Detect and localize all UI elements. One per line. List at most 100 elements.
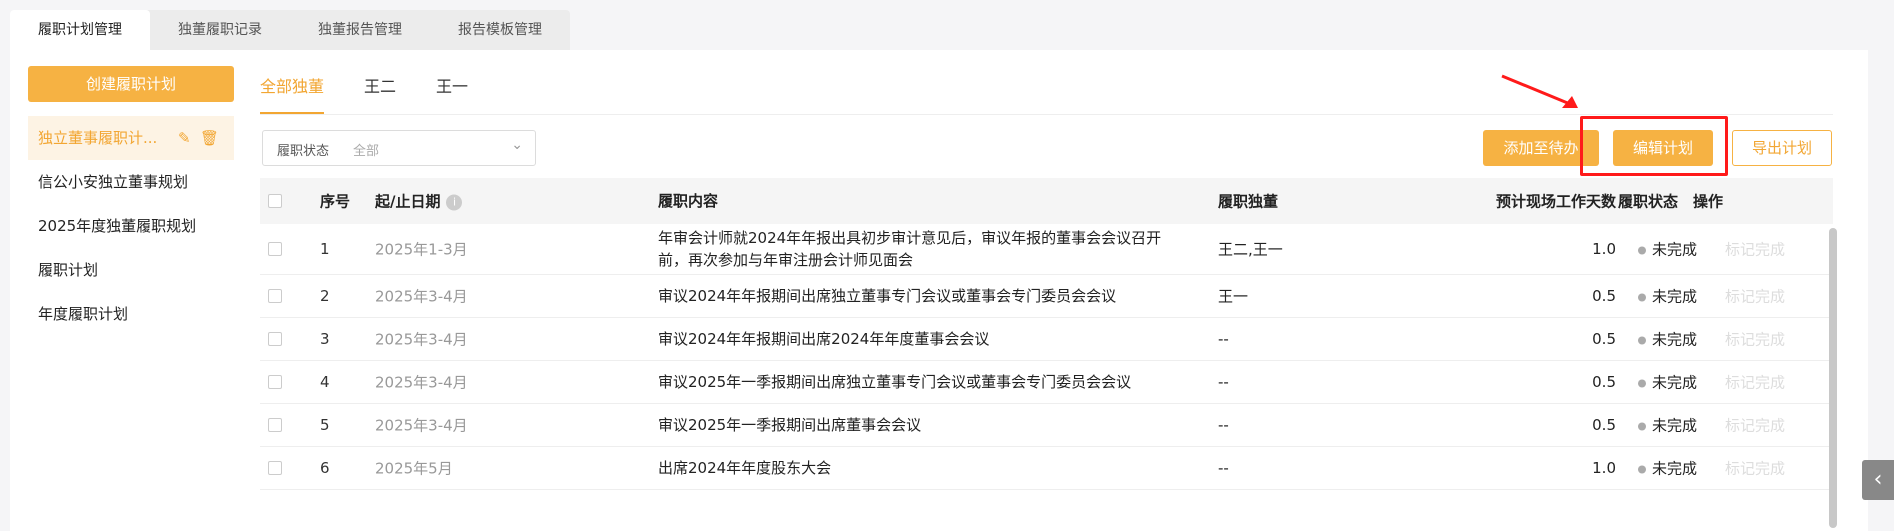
row-director: --	[1218, 330, 1229, 348]
row-index: 5	[320, 416, 330, 434]
main-card: 创建履职计划 独立董事履职计... ✎ 🗑 信公小安独立董事规划 2025年度独…	[10, 50, 1868, 531]
header-date: 起/止日期 i	[375, 191, 463, 212]
mark-complete-link[interactable]: 标记完成	[1725, 372, 1785, 393]
row-days: 0.5	[1592, 287, 1616, 305]
row-director: --	[1218, 459, 1229, 477]
row-status-label: 未完成	[1652, 330, 1698, 349]
mark-complete-link[interactable]: 标记完成	[1725, 415, 1785, 436]
tab-report-management[interactable]: 独董报告管理	[290, 10, 430, 50]
table-row: 6 2025年5月 出席2024年年度股东大会 -- 1.0 未完成 标记完成	[260, 447, 1833, 490]
plan-sidebar: 创建履职计划 独立董事履职计... ✎ 🗑 信公小安独立董事规划 2025年度独…	[28, 66, 234, 336]
row-status-label: 未完成	[1652, 240, 1698, 259]
status-dot-icon	[1638, 379, 1646, 387]
row-director: --	[1218, 373, 1229, 391]
table-body: 1 2025年1-3月 年审会计师就2024年年报出具初步审计意见后，审议年报的董事…	[260, 224, 1833, 490]
header-director: 履职独董	[1218, 192, 1279, 211]
row-index: 2	[320, 287, 330, 305]
header-operation: 操作	[1693, 192, 1724, 211]
table-row: 4 2025年3-4月 审议2025年一季报期间出席独立董事专门会议或董事会专门委员…	[260, 361, 1833, 404]
row-index: 4	[320, 373, 330, 391]
chevron-down-icon: ⌄	[511, 137, 523, 153]
row-director: 王二,王一	[1218, 240, 1283, 259]
row-date: 2025年1-3月	[375, 240, 468, 259]
row-days: 0.5	[1592, 416, 1616, 434]
annotation-arrow-icon	[1501, 74, 1578, 108]
header-content: 履职内容	[658, 192, 719, 210]
header-status: 履职状态	[1618, 192, 1679, 211]
tab-duty-records[interactable]: 独董履职记录	[150, 10, 290, 50]
tab-director-wang-yi[interactable]: 王一	[436, 66, 468, 112]
status-filter-label: 履职状态	[277, 144, 330, 159]
annotation-highlight-box	[1580, 116, 1728, 176]
header-date-label: 起/止日期	[375, 192, 441, 211]
plan-detail: 全部独董 王二 王一 履职状态 全部 ⌄ 添加至待办 编辑计划 导出计划 序号 …	[260, 66, 1840, 528]
status-filter-select[interactable]: 履职状态 全部 ⌄	[262, 130, 536, 166]
table-row: 5 2025年3-4月 审议2025年一季报期间出席董事会会议 -- 0.5 未完成 标记完…	[260, 404, 1833, 447]
row-days: 0.5	[1592, 330, 1616, 348]
edit-icon[interactable]: ✎	[178, 116, 191, 160]
create-plan-button[interactable]: 创建履职计划	[28, 66, 234, 102]
sidebar-item-plan-1[interactable]: 独立董事履职计... ✎ 🗑	[28, 116, 234, 160]
row-checkbox[interactable]	[268, 375, 282, 389]
row-status: 未完成	[1638, 329, 1697, 350]
row-checkbox[interactable]	[268, 242, 282, 256]
status-filter-value: 全部	[353, 144, 380, 159]
table-row: 3 2025年3-4月 审议2024年年报期间出席2024年年度董事会会议 -- 0.5…	[260, 318, 1833, 361]
row-index: 6	[320, 459, 330, 477]
chevron-left-icon[interactable]: ‹	[1862, 460, 1894, 500]
row-content: 审议2025年一季报期间出席独立董事专门会议或董事会专门委员会会议	[658, 373, 1132, 391]
row-status-label: 未完成	[1652, 373, 1698, 392]
sidebar-item-label: 独立董事履职计...	[38, 129, 158, 147]
status-dot-icon	[1638, 246, 1646, 254]
row-date: 2025年3-4月	[375, 287, 468, 306]
director-tabs: 全部独董 王二 王一	[260, 66, 1833, 115]
table-row: 2 2025年3-4月 审议2024年年报期间出席独立董事专门会议或董事会专门委员会…	[260, 275, 1833, 318]
info-icon[interactable]: i	[446, 194, 463, 210]
mark-complete-link[interactable]: 标记完成	[1725, 286, 1785, 307]
row-content: 年审会计师就2024年年报出具初步审计意见后，审议年报的董事会会议召开前，再次参…	[658, 229, 1162, 269]
row-status: 未完成	[1638, 239, 1697, 260]
row-content: 审议2024年年报期间出席独立董事专门会议或董事会专门委员会会议	[658, 287, 1117, 305]
tab-plan-management[interactable]: 履职计划管理	[10, 10, 150, 50]
top-tab-bar: 履职计划管理 独董履职记录 独董报告管理 报告模板管理	[10, 10, 570, 50]
row-content: 审议2024年年报期间出席2024年年度董事会会议	[658, 330, 990, 348]
row-director: 王一	[1218, 287, 1249, 306]
status-dot-icon	[1638, 293, 1646, 301]
row-status: 未完成	[1638, 286, 1697, 307]
row-days: 1.0	[1592, 459, 1616, 477]
row-checkbox[interactable]	[268, 289, 282, 303]
table-header: 序号 起/止日期 i 履职内容 履职独董 预计现场工作天数 履职状态 操作	[260, 178, 1833, 224]
row-status: 未完成	[1638, 458, 1697, 479]
sidebar-item-plan-4[interactable]: 履职计划	[28, 248, 234, 292]
plan-table: 序号 起/止日期 i 履职内容 履职独董 预计现场工作天数 履职状态 操作 1 20…	[260, 178, 1833, 490]
sidebar-item-plan-5[interactable]: 年度履职计划	[28, 292, 234, 336]
row-days: 1.0	[1592, 240, 1616, 258]
mark-complete-link[interactable]: 标记完成	[1725, 239, 1785, 260]
trash-icon[interactable]: 🗑	[200, 116, 219, 160]
row-checkbox[interactable]	[268, 461, 282, 475]
row-status: 未完成	[1638, 372, 1697, 393]
row-date: 2025年3-4月	[375, 373, 468, 392]
row-days: 0.5	[1592, 373, 1616, 391]
sidebar-item-plan-2[interactable]: 信公小安独立董事规划	[28, 160, 234, 204]
row-index: 3	[320, 330, 330, 348]
mark-complete-link[interactable]: 标记完成	[1725, 329, 1785, 350]
row-checkbox[interactable]	[268, 418, 282, 432]
mark-complete-link[interactable]: 标记完成	[1725, 458, 1785, 479]
row-index: 1	[320, 240, 330, 258]
row-checkbox[interactable]	[268, 332, 282, 346]
status-dot-icon	[1638, 422, 1646, 430]
status-dot-icon	[1638, 336, 1646, 344]
select-all-checkbox[interactable]	[268, 194, 282, 208]
table-row: 1 2025年1-3月 年审会计师就2024年年报出具初步审计意见后，审议年报的董事…	[260, 224, 1833, 275]
row-status-label: 未完成	[1652, 459, 1698, 478]
row-status-label: 未完成	[1652, 416, 1698, 435]
tab-director-wang-er[interactable]: 王二	[364, 66, 396, 112]
row-date: 2025年3-4月	[375, 330, 468, 349]
tab-template-management[interactable]: 报告模板管理	[430, 10, 570, 50]
sidebar-item-plan-3[interactable]: 2025年度独董履职规划	[28, 204, 234, 248]
table-scrollbar[interactable]	[1829, 228, 1837, 528]
tab-all-directors[interactable]: 全部独董	[260, 66, 325, 114]
export-plan-button[interactable]: 导出计划	[1732, 130, 1832, 166]
row-date: 2025年5月	[375, 459, 453, 478]
